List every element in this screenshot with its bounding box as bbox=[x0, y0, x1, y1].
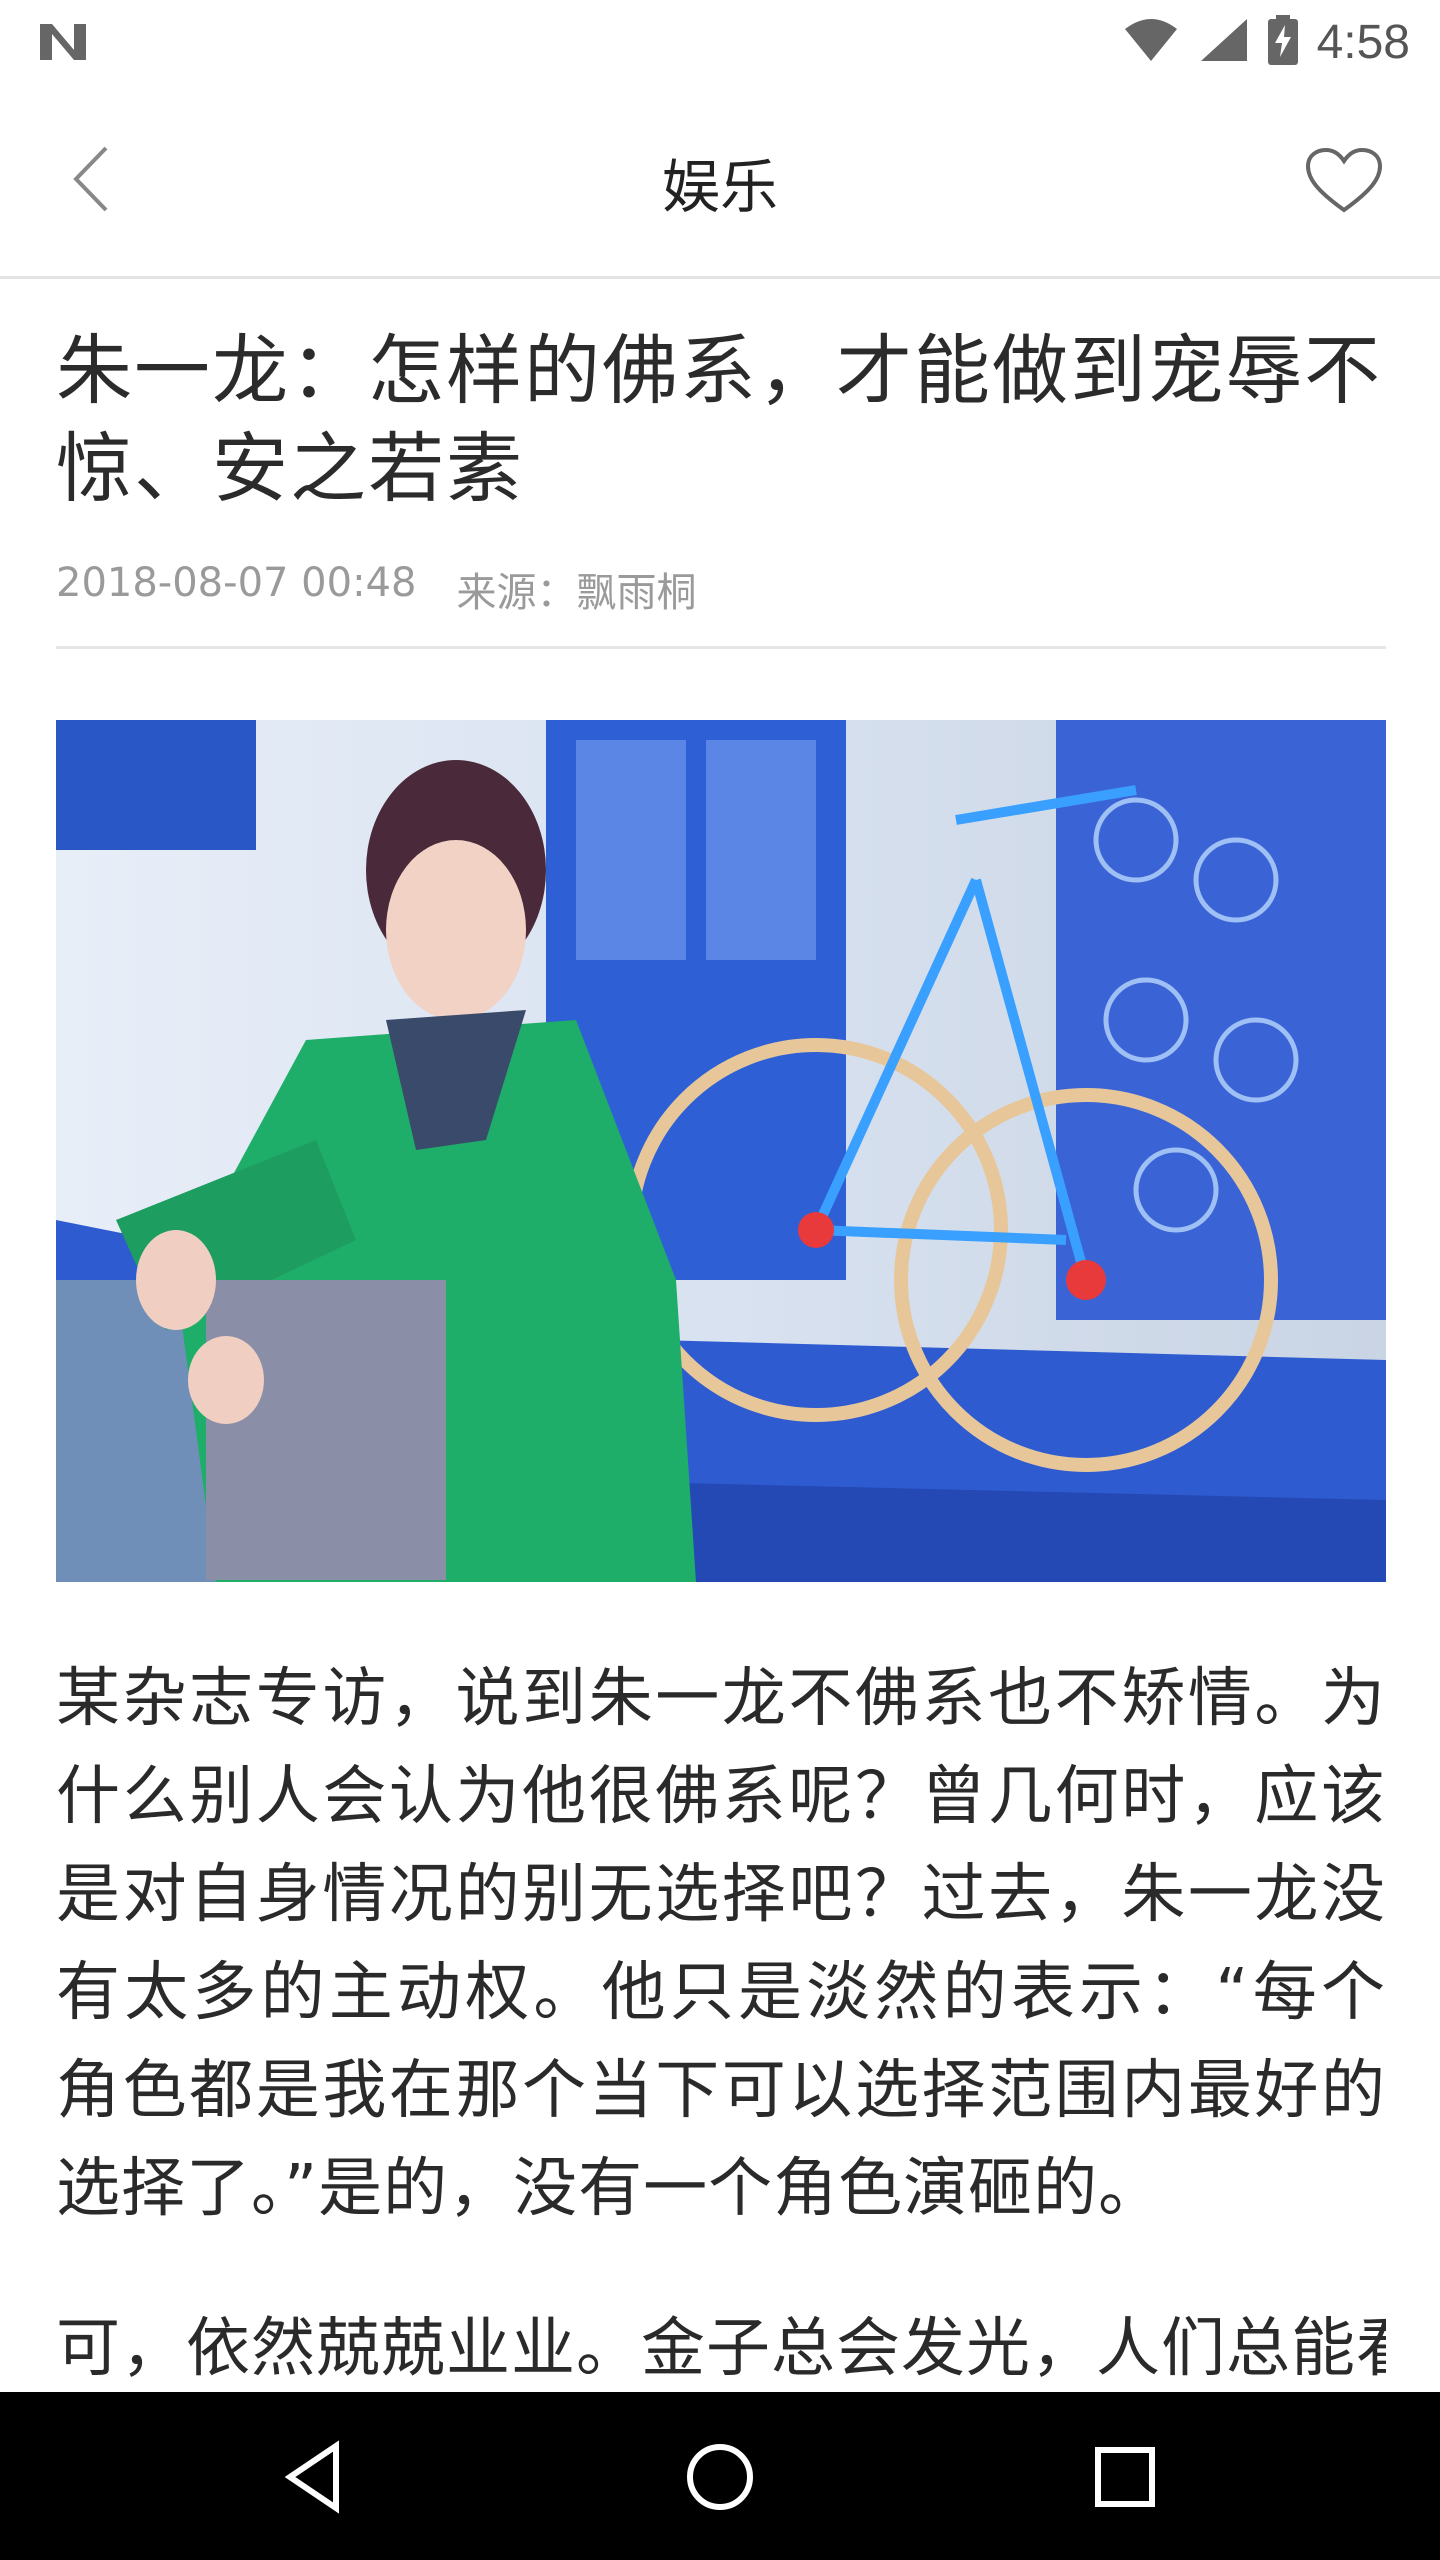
divider bbox=[56, 646, 1386, 649]
system-nav-bar bbox=[0, 2392, 1440, 2560]
article-date: 2018-08-07 00:48 bbox=[56, 560, 417, 606]
nav-recents-button[interactable] bbox=[1080, 2432, 1170, 2522]
article-source: 来源：飘雨桐 bbox=[456, 570, 697, 616]
status-time: 4:58 bbox=[1316, 15, 1410, 69]
favorite-button[interactable] bbox=[1304, 146, 1384, 218]
wifi-icon bbox=[1123, 17, 1179, 67]
app-header: 娱乐 bbox=[0, 84, 1440, 279]
heart-outline-icon bbox=[1305, 147, 1383, 213]
notification-n-icon bbox=[36, 20, 90, 64]
page-title: 娱乐 bbox=[661, 153, 778, 221]
status-icons: 4:58 bbox=[1123, 14, 1410, 70]
nav-back-button[interactable] bbox=[270, 2432, 360, 2522]
home-circle-icon bbox=[687, 2444, 753, 2510]
signal-icon bbox=[1197, 17, 1249, 67]
recents-square-icon bbox=[1095, 2447, 1155, 2507]
status-bar: 4:58 bbox=[0, 0, 1440, 84]
battery-charging-icon bbox=[1267, 15, 1299, 69]
article-photo bbox=[56, 720, 1386, 1582]
article-paragraph-2: 可，依然兢兢业业。金子总会发光，人们总能看 bbox=[56, 2312, 1386, 2386]
article-title: 朱一龙：怎样的佛系，才能做到宠辱不惊、安之若素 bbox=[56, 326, 1382, 513]
nav-home-button[interactable] bbox=[675, 2432, 765, 2522]
article-paragraph-1: 某杂志专访，说到朱一龙不佛系也不矫情。为什么别人会认为他很佛系呢？曾几何时，应该… bbox=[56, 1662, 1386, 2226]
back-triangle-icon bbox=[284, 2440, 339, 2514]
article-meta: 2018-08-07 00:48 来源：飘雨桐 bbox=[56, 560, 696, 618]
